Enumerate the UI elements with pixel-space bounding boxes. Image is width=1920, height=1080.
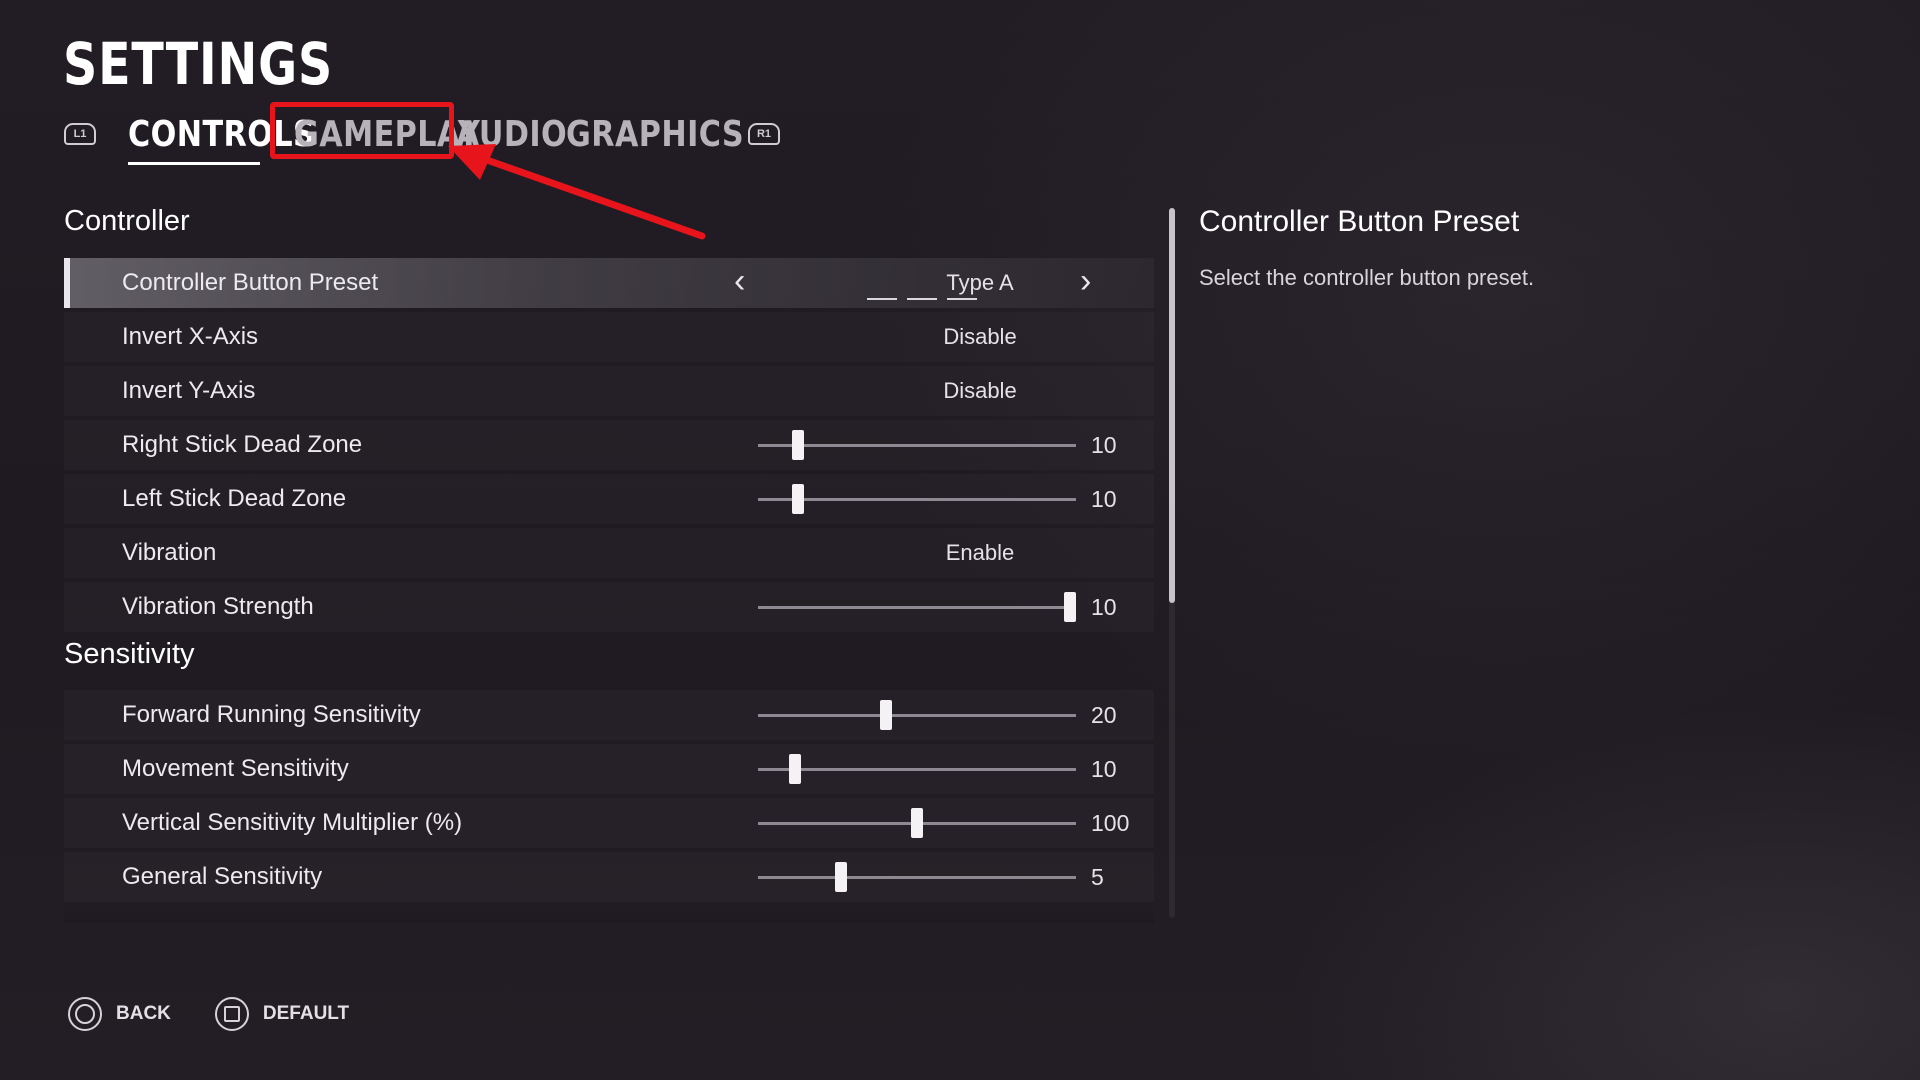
setting-label: Vibration xyxy=(122,539,217,566)
slider-value: 10 xyxy=(1091,485,1117,512)
setting-label: Controller Button Preset xyxy=(122,269,379,296)
page-title: SETTINGS xyxy=(63,30,334,98)
red-arrow-annotation xyxy=(448,144,706,240)
setting-label: Left Stick Dead Zone xyxy=(122,485,347,512)
chevron-right-icon[interactable]: › xyxy=(1080,262,1091,301)
circle-button-icon xyxy=(68,997,102,1031)
setting-row-left-stick-dead-zone[interactable]: Left Stick Dead Zone 10 xyxy=(64,474,1154,524)
setting-row-right-stick-dead-zone[interactable]: Right Stick Dead Zone 10 xyxy=(64,420,1154,470)
setting-row-forward-running-sensitivity[interactable]: Forward Running Sensitivity 20 xyxy=(64,690,1154,740)
l1-button-icon[interactable]: L1 xyxy=(64,123,96,145)
footer-prompts: BACK DEFAULT xyxy=(68,997,393,1031)
slider-knob[interactable] xyxy=(791,484,804,514)
slider-track[interactable] xyxy=(758,444,1076,447)
setting-value: Enable xyxy=(945,540,1015,565)
slider-knob[interactable] xyxy=(788,754,801,784)
slider-knob[interactable] xyxy=(911,808,923,838)
setting-label: Forward Running Sensitivity xyxy=(122,701,421,728)
setting-label: Vertical Sensitivity Multiplier (%) xyxy=(122,809,463,836)
list-fade xyxy=(64,905,1154,923)
section-title-sensitivity: Sensitivity xyxy=(64,638,195,670)
setting-row-vibration-strength[interactable]: Vibration Strength 10 xyxy=(64,582,1154,632)
slider-knob[interactable] xyxy=(791,430,804,460)
setting-label: Right Stick Dead Zone xyxy=(122,431,363,458)
default-button[interactable]: DEFAULT xyxy=(214,997,350,1031)
detail-description: Select the controller button preset. xyxy=(1199,265,1535,290)
setting-row-general-sensitivity[interactable]: General Sensitivity 5 xyxy=(64,852,1154,902)
setting-label: Invert X-Axis xyxy=(122,323,259,350)
default-label: DEFAULT xyxy=(262,1003,350,1024)
back-button[interactable]: BACK xyxy=(68,997,171,1031)
slider-track[interactable] xyxy=(758,714,1076,717)
slider-track[interactable] xyxy=(758,876,1076,879)
slider-knob[interactable] xyxy=(1064,592,1076,622)
section-title-controller: Controller xyxy=(64,205,190,237)
slider-value: 5 xyxy=(1091,863,1104,890)
setting-value: Disable xyxy=(943,324,1017,349)
slider-knob[interactable] xyxy=(834,862,847,892)
setting-row-invert-x-axis[interactable]: Invert X-Axis Disable xyxy=(64,312,1154,362)
slider-value: 10 xyxy=(1091,755,1117,782)
detail-title: Controller Button Preset xyxy=(1199,205,1520,238)
slider-track[interactable] xyxy=(758,498,1076,501)
slider-knob[interactable] xyxy=(880,700,893,730)
tab-controls-label: CONTROLS xyxy=(128,113,316,155)
r1-button-icon[interactable]: R1 xyxy=(748,123,780,145)
slider-track[interactable] xyxy=(758,768,1076,771)
setting-row-controller-button-preset[interactable]: Controller Button Preset ‹ Type A › xyxy=(64,258,1154,308)
back-label: BACK xyxy=(116,1003,171,1024)
tab-controls[interactable]: CONTROLS xyxy=(128,113,316,165)
setting-label: General Sensitivity xyxy=(122,863,323,890)
slider-value: 100 xyxy=(1091,809,1130,836)
setting-row-movement-sensitivity[interactable]: Movement Sensitivity 10 xyxy=(64,744,1154,794)
setting-label: Movement Sensitivity xyxy=(122,755,349,782)
slider-value: 10 xyxy=(1091,593,1117,620)
setting-row-vertical-sensitivity-multiplier[interactable]: Vertical Sensitivity Multiplier (%) 100 xyxy=(64,798,1154,848)
setting-row-vibration[interactable]: Vibration Enable xyxy=(64,528,1154,578)
setting-label: Invert Y-Axis xyxy=(122,377,256,404)
gameplay-highlight-box xyxy=(270,102,454,159)
scrollbar-thumb[interactable] xyxy=(1169,208,1175,603)
chevron-left-icon[interactable]: ‹ xyxy=(734,262,745,301)
setting-value: Disable xyxy=(943,378,1017,403)
square-button-icon xyxy=(214,997,249,1031)
slider-value: 10 xyxy=(1091,431,1117,458)
slider-track[interactable] xyxy=(758,606,1076,609)
setting-value: Type A xyxy=(946,270,1014,295)
setting-label: Vibration Strength xyxy=(122,593,314,620)
slider-value: 20 xyxy=(1091,701,1117,728)
value-underline xyxy=(867,298,977,300)
setting-row-invert-y-axis[interactable]: Invert Y-Axis Disable xyxy=(64,366,1154,416)
